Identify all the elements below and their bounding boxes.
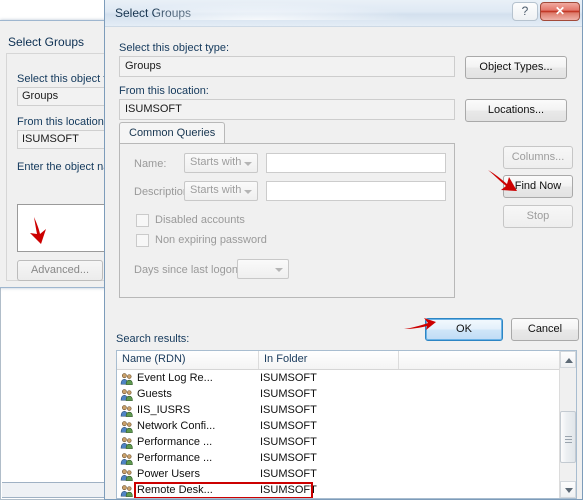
name-label: Name:	[134, 158, 167, 170]
table-row[interactable]: Guests ISUMSOFT	[117, 387, 547, 403]
group-icon	[120, 468, 134, 482]
red-arrow-find-now-icon	[488, 170, 517, 191]
location-field[interactable]: ISUMSOFT	[119, 99, 455, 120]
background-dialog-title: Select Groups	[8, 35, 85, 49]
name-operator-select[interactable]: Starts with	[184, 153, 258, 173]
chevron-down-icon	[244, 162, 252, 166]
background-object-names-label: Enter the object nar	[17, 161, 114, 173]
row-highlight-box	[134, 482, 313, 498]
tab-common-queries[interactable]: Common Queries	[119, 122, 226, 144]
row-name: Network Confi...	[137, 420, 216, 432]
row-name: Power Users	[137, 468, 200, 480]
group-icon	[120, 404, 134, 418]
name-value-input[interactable]	[266, 153, 446, 173]
ok-button[interactable]: OK	[425, 318, 503, 341]
red-arrow-advanced-icon	[30, 217, 46, 244]
cancel-button[interactable]: Cancel	[511, 318, 579, 341]
non-expiring-password-checkbox[interactable]	[136, 234, 149, 247]
description-operator-select[interactable]: Starts with	[184, 181, 258, 201]
background-object-type-field[interactable]: Groups	[17, 87, 112, 106]
column-header-empty[interactable]	[399, 351, 561, 369]
chevron-down-icon	[244, 190, 252, 194]
disabled-accounts-label: Disabled accounts	[155, 214, 245, 226]
caret-down-icon	[565, 488, 573, 493]
table-row[interactable]: Power Users ISUMSOFT	[117, 467, 547, 483]
disabled-accounts-checkbox[interactable]	[136, 214, 149, 227]
stop-button[interactable]: Stop	[503, 205, 573, 228]
common-queries-panel: Name: Starts with Description: Starts wi…	[119, 143, 455, 298]
table-row[interactable]: IIS_IUSRS ISUMSOFT	[117, 403, 547, 419]
results-scrollbar[interactable]	[559, 351, 576, 498]
scrollbar-thumb[interactable]	[560, 411, 576, 463]
caret-up-icon	[565, 358, 573, 363]
table-row[interactable]: Performance ... ISUMSOFT	[117, 451, 547, 467]
row-name: Guests	[137, 388, 172, 400]
results-header-row: Name (RDN) In Folder	[117, 351, 576, 370]
red-arrow-ok-icon	[404, 318, 436, 330]
table-row[interactable]: Performance ... ISUMSOFT	[117, 435, 547, 451]
chevron-down-icon	[275, 268, 283, 272]
group-icon	[120, 388, 134, 402]
description-operator-value: Starts with	[190, 184, 242, 196]
column-header-name[interactable]: Name (RDN)	[117, 351, 259, 369]
days-since-logon-select[interactable]	[237, 259, 289, 279]
query-tab-strip: Common Queries	[119, 122, 455, 144]
description-value-input[interactable]	[266, 181, 446, 201]
row-folder: ISUMSOFT	[260, 388, 317, 400]
name-operator-value: Starts with	[190, 156, 242, 168]
dialog-title: Select Groups	[115, 6, 192, 20]
background-location-label: From this location:	[17, 116, 107, 128]
row-name: IIS_IUSRS	[137, 404, 191, 416]
table-row[interactable]: Network Confi... ISUMSOFT	[117, 419, 547, 435]
object-type-label: Select this object type:	[119, 42, 230, 54]
object-type-field[interactable]: Groups	[119, 56, 455, 77]
days-since-logon-label: Days since last logon:	[134, 264, 241, 276]
background-location-field[interactable]: ISUMSOFT	[17, 130, 112, 149]
group-icon	[120, 420, 134, 434]
row-folder: ISUMSOFT	[260, 372, 317, 384]
underlying-window-strip	[2, 482, 105, 498]
table-row[interactable]: Event Log Re... ISUMSOFT	[117, 371, 547, 387]
location-label: From this location:	[119, 85, 209, 97]
group-icon	[120, 484, 134, 498]
table-row[interactable]: Remote Desk... ISUMSOFT	[117, 482, 547, 498]
close-x-icon[interactable]: ✕	[540, 2, 580, 21]
scroll-down-button[interactable]	[560, 481, 576, 498]
background-select-groups-dialog[interactable]: Select Groups Select this object ty Grou…	[0, 20, 116, 288]
row-name: Performance ...	[137, 436, 213, 448]
row-folder: ISUMSOFT	[260, 404, 317, 416]
background-advanced-button[interactable]: Advanced...	[17, 260, 103, 281]
row-folder: ISUMSOFT	[260, 420, 317, 432]
search-results-list[interactable]: Name (RDN) In Folder Event Log Re... ISUM…	[116, 350, 577, 499]
row-name: Event Log Re...	[137, 372, 213, 384]
row-folder: ISUMSOFT	[260, 436, 317, 448]
group-icon	[120, 372, 134, 386]
help-question-icon[interactable]: ?	[512, 2, 538, 21]
background-object-type-label: Select this object ty	[17, 73, 112, 85]
object-types-button[interactable]: Object Types...	[465, 56, 567, 79]
scroll-up-button[interactable]	[560, 351, 576, 368]
columns-button[interactable]: Columns...	[503, 146, 573, 169]
search-results-label: Search results:	[116, 333, 190, 345]
locations-button[interactable]: Locations...	[465, 99, 567, 122]
row-name: Performance ...	[137, 452, 213, 464]
group-icon	[120, 436, 134, 450]
non-expiring-password-label: Non expiring password	[155, 234, 267, 246]
dialog-title-bar[interactable]: Select Groups ? ✕	[105, 0, 582, 27]
column-header-in-folder[interactable]: In Folder	[259, 351, 399, 369]
group-icon	[120, 452, 134, 466]
underlying-window	[0, 285, 106, 500]
row-folder: ISUMSOFT	[260, 452, 317, 464]
row-folder: ISUMSOFT	[260, 468, 317, 480]
